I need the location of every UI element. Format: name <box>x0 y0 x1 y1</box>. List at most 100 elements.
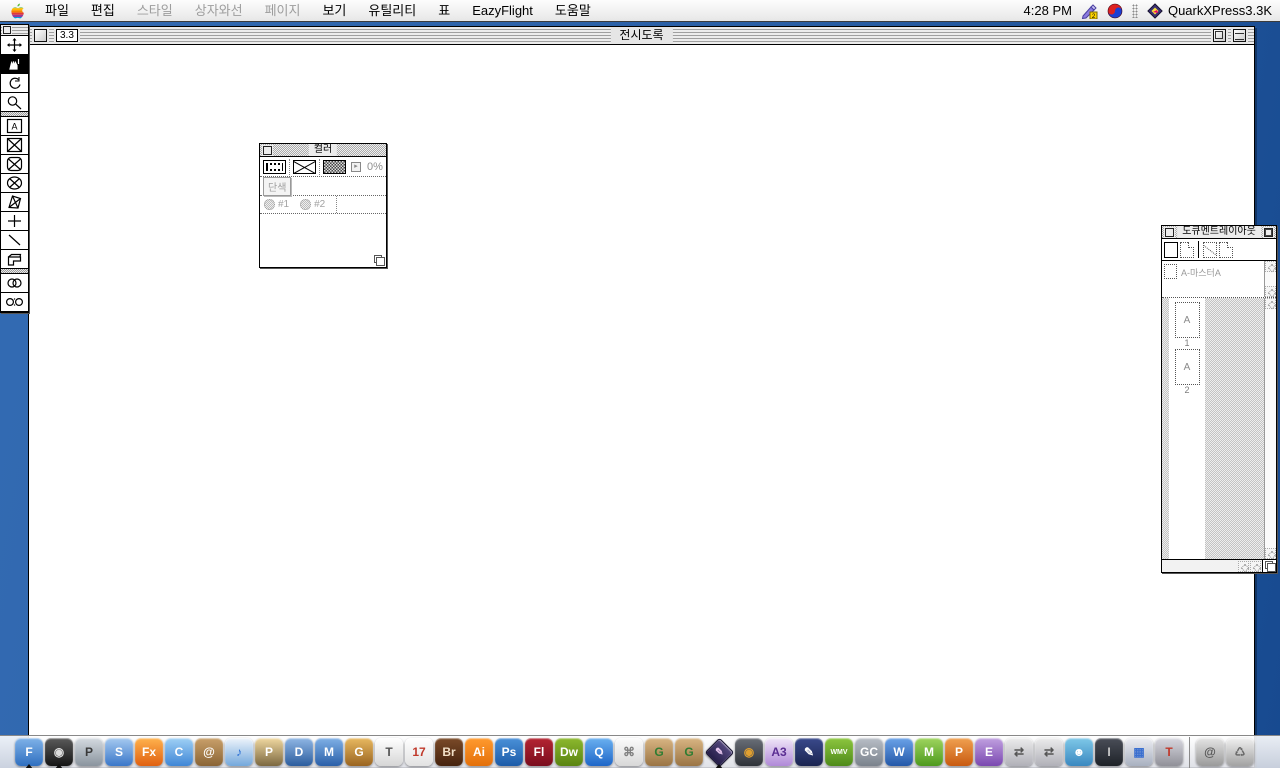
dock-item-microsoft-word[interactable]: W <box>884 737 914 768</box>
dock-item-a3-font-app[interactable]: A3 <box>764 737 794 768</box>
dock-item-chart-app[interactable]: ▦ <box>1124 737 1154 768</box>
blank-single-page-icon[interactable] <box>1164 242 1178 258</box>
colors-resize-grip[interactable] <box>372 253 385 266</box>
background-color-icon[interactable] <box>323 160 346 174</box>
dock-item-graphicconverter[interactable]: GC <box>854 737 884 768</box>
page-thumbnail-1[interactable]: A <box>1175 302 1200 338</box>
dock-item-file-sync-utility-2[interactable]: ⇄ <box>1034 737 1064 768</box>
master-page-icon-a[interactable] <box>1203 242 1217 258</box>
dock-item-repair-tool-app[interactable]: T <box>1154 737 1184 768</box>
blank-facing-page-icon[interactable] <box>1180 242 1194 258</box>
colors-palette-close-box[interactable] <box>263 146 272 155</box>
rotation-tool[interactable] <box>1 74 28 93</box>
window-collapse-box[interactable] <box>1233 29 1246 42</box>
dock-item-ical[interactable]: 17 <box>404 737 434 768</box>
dock-item-safari[interactable]: S <box>104 737 134 768</box>
scroll-up-icon[interactable] <box>1265 298 1276 309</box>
dock-item-preview[interactable]: P <box>74 737 104 768</box>
rounded-picture-box-tool[interactable] <box>1 155 28 174</box>
polygon-picture-box-tool[interactable] <box>1 193 28 212</box>
layout-palette-titlebar[interactable]: 도큐멘트레이아웃 <box>1162 226 1276 239</box>
ime-taegeuk-icon[interactable] <box>1107 3 1123 19</box>
pages-horizontal-scrollbar[interactable] <box>1162 559 1276 572</box>
menu-item-8[interactable]: 표 <box>427 0 461 21</box>
shade-popup-icon[interactable]: ▸ <box>351 162 361 172</box>
menu-item-7[interactable]: 유틸리티 <box>357 0 427 21</box>
page-thumbnail-2[interactable]: A <box>1175 349 1200 385</box>
dock-item-finder[interactable]: F <box>14 737 44 768</box>
dock-item-file-sync-utility-1[interactable]: ⇄ <box>1004 737 1034 768</box>
content-color-icon[interactable] <box>293 160 316 174</box>
dock-item-adobe-photoshop[interactable]: Ps <box>494 737 524 768</box>
dock-item-firefox[interactable]: Fx <box>134 737 164 768</box>
menu-clock[interactable]: 4:28 PM <box>1024 3 1072 18</box>
dock-item-msn-messenger[interactable]: M <box>914 737 944 768</box>
dock-item-front-row[interactable]: ⌘ <box>614 737 644 768</box>
scroll-down-icon[interactable] <box>1265 548 1276 559</box>
dock-item-installer-box-2[interactable]: G <box>674 737 704 768</box>
blend-option-2[interactable]: #2 <box>300 199 325 210</box>
zoom-tool[interactable] <box>1 93 28 112</box>
dock-item-adobe-illustrator[interactable]: Ai <box>464 737 494 768</box>
window-zoom-box[interactable] <box>1213 29 1226 42</box>
window-close-box[interactable] <box>34 29 47 42</box>
menu-item-1[interactable]: 파일 <box>34 0 80 21</box>
pages-canvas[interactable]: A1A2 <box>1162 298 1264 559</box>
scroll-right-icon[interactable] <box>1250 561 1261 572</box>
dock-item-people-app[interactable]: ☻ <box>1064 737 1094 768</box>
rectangle-picture-box-tool[interactable] <box>1 136 28 155</box>
scroll-up-icon[interactable] <box>1265 261 1276 272</box>
scroll-down-icon[interactable] <box>1265 286 1276 297</box>
pages-vertical-scrollbar[interactable] <box>1264 298 1276 559</box>
dock-item-microsoft-entourage[interactable]: E <box>974 737 1004 768</box>
dock-item-garageband[interactable]: G <box>344 737 374 768</box>
dock-item-imovie[interactable]: M <box>314 737 344 768</box>
frame-color-icon[interactable] <box>263 160 286 174</box>
tool-palette-titlebar[interactable] <box>1 25 28 36</box>
solid-mode-button[interactable]: 단색 <box>263 177 291 196</box>
dock-item-trash[interactable]: ♺ <box>1225 737 1255 768</box>
document-canvas[interactable] <box>29 45 1254 767</box>
text-box-tool[interactable]: A <box>1 117 28 136</box>
table-tool[interactable] <box>1 250 28 269</box>
dock-item-iphoto[interactable]: P <box>254 737 284 768</box>
dock-item-quicktime[interactable]: Q <box>584 737 614 768</box>
layout-palette-zoom-box[interactable] <box>1264 228 1273 237</box>
input-method-pencil-icon[interactable]: 2 <box>1081 3 1098 19</box>
color-list[interactable] <box>260 214 386 267</box>
dock-item-address-book[interactable]: @ <box>194 737 224 768</box>
colors-palette-titlebar[interactable]: 컬러 <box>260 144 386 157</box>
master-page-item[interactable]: A-마스터A <box>1162 261 1264 297</box>
dock-item-adobe-flash[interactable]: Fl <box>524 737 554 768</box>
dock-item-media-utility[interactable]: ◉ <box>734 737 764 768</box>
dock-item-stamp-app[interactable]: @ <box>1195 737 1225 768</box>
dock-item-installer-box-1[interactable]: G <box>644 737 674 768</box>
menu-item-9[interactable]: EazyFlight <box>461 0 544 21</box>
diagonal-line-tool[interactable] <box>1 231 28 250</box>
dock-item-microsoft-powerpoint[interactable]: P <box>944 737 974 768</box>
layout-resize-grip[interactable] <box>1262 560 1276 572</box>
linking-tool[interactable] <box>1 274 28 293</box>
menu-item-10[interactable]: 도움말 <box>544 0 602 21</box>
active-app-indicator[interactable]: QuarkXPress3.3K <box>1147 3 1272 19</box>
dock-item-adobe-bridge[interactable]: Br <box>434 737 464 768</box>
dock-item-paint-app[interactable]: ✎ <box>794 737 824 768</box>
dock-item-ichat[interactable]: C <box>164 737 194 768</box>
oval-picture-box-tool[interactable] <box>1 174 28 193</box>
menu-item-6[interactable]: 보기 <box>311 0 357 21</box>
dock-item-itunes[interactable]: ♪ <box>224 737 254 768</box>
orthogonal-line-tool[interactable] <box>1 212 28 231</box>
tool-palette-close-box[interactable] <box>3 26 11 34</box>
dock-item-dashboard[interactable]: ◉ <box>44 737 74 768</box>
dock-item-flip4mac-wmv[interactable]: WMV <box>824 737 854 768</box>
dock-item-adobe-dreamweaver[interactable]: Dw <box>554 737 584 768</box>
item-tool[interactable] <box>1 36 28 55</box>
layout-palette-close-box[interactable] <box>1165 228 1174 237</box>
apple-menu[interactable] <box>0 3 34 19</box>
unlinking-tool[interactable] <box>1 293 28 312</box>
dock-item-quarkxpress[interactable]: ✎ <box>704 737 734 768</box>
master-page-icon-b[interactable] <box>1219 242 1233 258</box>
dock-item-textedit[interactable]: T <box>374 737 404 768</box>
content-tool[interactable] <box>1 55 28 74</box>
dock-item-dvd-player[interactable]: D <box>284 737 314 768</box>
